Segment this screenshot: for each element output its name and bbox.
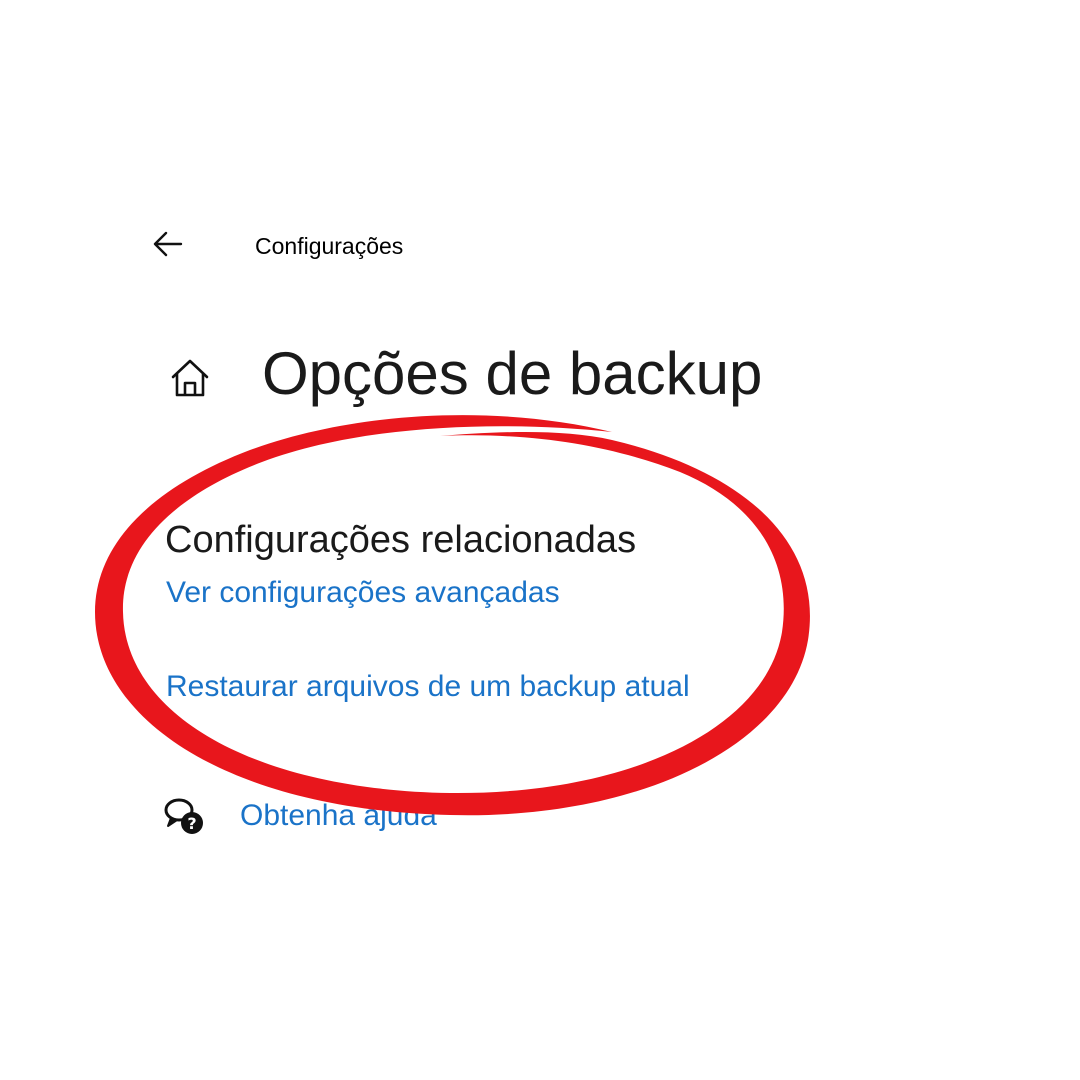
get-help-link[interactable]: ? Obtenha ajuda: [162, 794, 437, 838]
related-settings-heading: Configurações relacionadas: [165, 519, 637, 561]
back-button[interactable]: [148, 226, 188, 262]
arrow-left-icon: [153, 231, 183, 257]
advanced-settings-link[interactable]: Ver configurações avançadas: [166, 574, 560, 612]
home-icon[interactable]: [168, 356, 212, 400]
page-title: Opções de backup: [262, 340, 763, 407]
restore-files-link[interactable]: Restaurar arquivos de um backup atual: [166, 668, 690, 706]
window-title: Configurações: [255, 233, 404, 259]
help-chat-icon: ?: [164, 798, 203, 834]
get-help-label: Obtenha ajuda: [240, 799, 437, 832]
svg-text:?: ?: [187, 814, 196, 833]
